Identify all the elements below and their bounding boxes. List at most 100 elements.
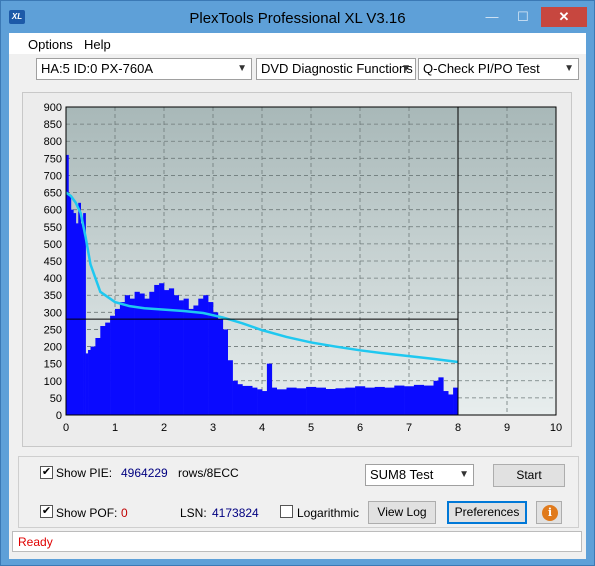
info-button[interactable]: i <box>536 501 562 524</box>
y-tick-label: 700 <box>44 170 62 182</box>
x-tick-label: 1 <box>112 422 118 434</box>
pie-bar <box>115 308 121 415</box>
status-bar: Ready <box>12 531 582 552</box>
show-pie-label: Show PIE: <box>56 466 113 480</box>
y-tick-label: 300 <box>44 307 62 319</box>
x-tick-label: 0 <box>63 422 69 434</box>
y-tick-label: 250 <box>44 324 62 336</box>
pie-bar <box>335 388 346 415</box>
function-select[interactable]: DVD Diagnostic Functions ▼ <box>256 58 416 80</box>
maximize-icon[interactable]: ☐ <box>508 7 538 27</box>
pie-bar <box>286 387 297 415</box>
preferences-button[interactable]: Preferences <box>447 501 527 524</box>
pie-bar <box>134 291 140 415</box>
status-text: Ready <box>18 535 53 549</box>
pie-bar <box>70 209 74 415</box>
pie-bar <box>242 385 253 415</box>
pie-bar <box>355 386 366 415</box>
pie-bar <box>262 391 268 415</box>
pie-bar <box>88 349 91 415</box>
y-tick-label: 400 <box>44 273 62 285</box>
y-tick-label: 800 <box>44 136 62 148</box>
title-bar[interactable]: XL PlexTools Professional XL V3.16 — ☐ ✕ <box>1 1 594 33</box>
y-tick-label: 350 <box>44 290 62 302</box>
pie-bar <box>188 308 194 415</box>
y-tick-label: 750 <box>44 153 62 165</box>
menu-options[interactable]: Options <box>28 37 73 52</box>
pie-units: rows/8ECC <box>178 466 239 480</box>
pie-bar <box>394 385 405 415</box>
view-log-button[interactable]: View Log <box>368 501 436 524</box>
pie-bar <box>213 312 219 415</box>
drive-select-value: HA:5 ID:0 PX-760A <box>41 61 153 76</box>
chevron-down-icon: ▼ <box>459 469 469 480</box>
pie-bar <box>168 288 175 415</box>
function-select-value: DVD Diagnostic Functions <box>261 61 413 76</box>
x-tick-label: 10 <box>550 422 562 434</box>
info-icon: i <box>542 505 558 521</box>
app-window: XL PlexTools Professional XL V3.16 — ☐ ✕… <box>0 0 595 566</box>
test-select-value: Q-Check PI/PO Test <box>423 61 540 76</box>
pie-bar <box>110 315 116 415</box>
pie-bar <box>276 389 287 415</box>
pof-value: 0 <box>121 506 128 520</box>
y-tick-label: 650 <box>44 188 62 200</box>
lsn-value: 4173824 <box>212 506 259 520</box>
pie-bar <box>178 300 184 415</box>
y-tick-label: 150 <box>44 359 62 371</box>
drive-select[interactable]: HA:5 ID:0 PX-760A ▼ <box>36 58 252 80</box>
pie-bar <box>433 380 439 415</box>
y-tick-label: 850 <box>44 119 62 131</box>
pie-bar <box>315 387 326 415</box>
y-tick-label: 550 <box>44 222 62 234</box>
pie-bar <box>364 387 375 415</box>
pie-bar <box>443 391 449 415</box>
y-tick-label: 900 <box>44 102 62 114</box>
show-pof-checkbox[interactable]: ✔ <box>40 505 53 518</box>
pie-bar <box>232 380 238 415</box>
close-icon[interactable]: ✕ <box>541 7 587 27</box>
pie-bar <box>183 298 189 415</box>
pie-bar <box>306 386 317 415</box>
pie-bar <box>173 295 179 415</box>
y-tick-label: 450 <box>44 256 62 268</box>
minimize-icon[interactable]: — <box>477 7 507 27</box>
pie-bar <box>149 291 155 415</box>
chevron-down-icon: ▼ <box>401 63 411 74</box>
menu-help[interactable]: Help <box>84 37 111 52</box>
sum8-select[interactable]: SUM8 Test ▼ <box>365 464 474 486</box>
pie-bar <box>257 389 263 415</box>
pie-bar <box>100 326 106 415</box>
pie-bar <box>193 305 199 415</box>
chevron-down-icon: ▼ <box>564 63 574 74</box>
logarithmic-checkbox[interactable] <box>280 505 293 518</box>
pie-bar <box>448 394 454 415</box>
menu-bar: Options Help <box>9 33 586 54</box>
pie-bar <box>271 387 277 415</box>
y-tick-label: 100 <box>44 376 62 388</box>
show-pof-label: Show POF: <box>56 506 118 520</box>
pie-bar <box>438 377 444 415</box>
pie-bar <box>296 388 307 415</box>
pie-bar <box>384 387 395 415</box>
pie-bar <box>78 202 81 415</box>
start-button[interactable]: Start <box>493 464 565 487</box>
pie-bar <box>413 384 424 415</box>
chevron-down-icon: ▼ <box>237 63 247 74</box>
pie-bar <box>198 298 204 415</box>
pie-bar <box>159 283 165 415</box>
pie-bar <box>404 386 415 415</box>
x-tick-label: 7 <box>406 422 412 434</box>
pie-bar <box>423 385 434 415</box>
pi-po-chart: 0501001502002503003504004505005506006507… <box>44 102 562 434</box>
test-select[interactable]: Q-Check PI/PO Test ▼ <box>418 58 579 80</box>
pie-bar <box>374 386 385 415</box>
x-tick-label: 8 <box>455 422 461 434</box>
x-tick-label: 5 <box>308 422 314 434</box>
show-pie-checkbox[interactable]: ✔ <box>40 466 53 479</box>
y-tick-label: 600 <box>44 205 62 217</box>
sum8-select-value: SUM8 Test <box>370 467 434 482</box>
y-tick-label: 500 <box>44 239 62 251</box>
pie-bar <box>90 346 96 415</box>
x-tick-label: 2 <box>161 422 167 434</box>
